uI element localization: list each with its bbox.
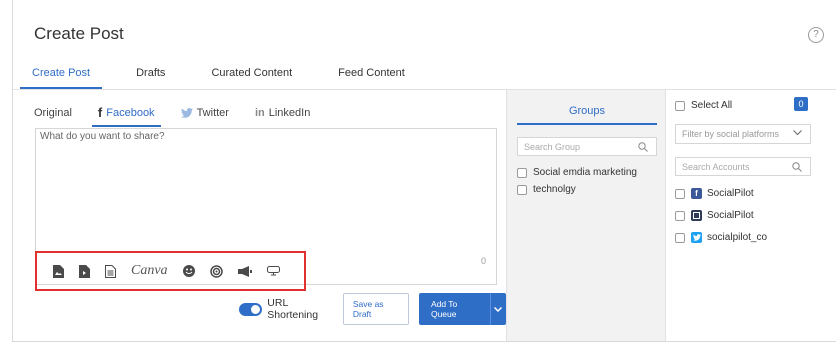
groups-tab-underline	[517, 123, 657, 125]
select-all[interactable]: Select All	[675, 100, 732, 111]
search-accounts-input[interactable]: Search Accounts	[675, 157, 811, 176]
search-group-input[interactable]: Search Group	[517, 137, 657, 156]
group-checkbox[interactable]	[517, 167, 527, 178]
selected-count-badge: 0	[794, 97, 808, 111]
group-checkbox[interactable]	[517, 184, 527, 195]
tab-original[interactable]: Original	[34, 105, 72, 120]
search-group-placeholder: Search Group	[524, 141, 581, 152]
facebook-icon: f	[691, 188, 702, 199]
linkedin-icon: in	[254, 106, 265, 119]
group-label: technolgy	[533, 184, 576, 195]
add-to-queue-button[interactable]: Add To Queue	[418, 293, 490, 325]
twitter-icon	[180, 107, 193, 118]
url-shortening-label: URL Shortening	[267, 297, 319, 321]
search-icon	[638, 142, 648, 152]
emoji-icon[interactable]	[182, 265, 195, 277]
tab-facebook[interactable]: f Facebook	[91, 105, 161, 127]
composer-section: Original f Facebook Twitter in LinkedIn …	[12, 90, 506, 341]
account-item[interactable]: SocialPilot	[675, 210, 754, 221]
tab-curated-content[interactable]: Curated Content	[211, 67, 292, 79]
document-icon[interactable]	[105, 264, 116, 278]
main-tabs: Create Post Drafts Curated Content Feed …	[19, 67, 451, 89]
accounts-panel: Select All 0 Filter by social platforms …	[664, 90, 836, 341]
tab-create-post[interactable]: Create Post	[19, 67, 103, 89]
twitter-icon	[691, 232, 702, 243]
tab-twitter[interactable]: Twitter	[180, 105, 229, 120]
help-icon[interactable]: ?	[808, 27, 824, 43]
url-shortening-toggle[interactable]	[239, 302, 263, 316]
media-toolbar: Canva	[35, 251, 306, 291]
search-icon	[792, 162, 802, 172]
group-item[interactable]: Social emdia marketing	[517, 167, 637, 178]
tab-linkedin-label: LinkedIn	[268, 106, 311, 119]
post-editor: 0 Canva	[35, 128, 497, 291]
account-item[interactable]: f SocialPilot	[675, 188, 754, 199]
select-all-checkbox[interactable]	[675, 100, 685, 111]
account-checkbox[interactable]	[675, 232, 685, 243]
network-tabs: Original f Facebook Twitter in LinkedIn	[34, 105, 336, 127]
character-counter: 0	[480, 256, 486, 266]
tab-drafts[interactable]: Drafts	[136, 67, 165, 79]
post-actions: URL Shortening Save as Draft Add To Queu…	[239, 293, 506, 325]
search-accounts-placeholder: Search Accounts	[682, 161, 750, 172]
account-checkbox[interactable]	[675, 188, 685, 199]
platform-filter-label: Filter by social platforms	[682, 129, 780, 139]
account-name: socialpilot_co	[707, 232, 768, 243]
image-upload-icon[interactable]	[53, 264, 64, 278]
account-checkbox[interactable]	[675, 210, 685, 221]
link-icon[interactable]	[266, 266, 280, 276]
account-item[interactable]: socialpilot_co	[675, 232, 767, 243]
post-text-input[interactable]	[40, 131, 480, 241]
groups-panel: Groups Search Group Social emdia marketi…	[506, 90, 666, 341]
group-label: Social emdia marketing	[533, 167, 637, 178]
queue-dropdown-button[interactable]	[489, 293, 506, 325]
add-to-queue-group: Add To Queue	[418, 293, 506, 325]
chevron-down-icon	[793, 130, 802, 136]
tab-original-label: Original	[34, 106, 72, 119]
tab-linkedin[interactable]: in LinkedIn	[255, 105, 310, 120]
megaphone-icon[interactable]	[237, 265, 252, 277]
tab-groups[interactable]: Groups	[517, 105, 657, 117]
platform-filter-dropdown[interactable]: Filter by social platforms	[675, 124, 811, 144]
facebook-icon: f	[97, 105, 103, 120]
page-icon	[691, 210, 702, 221]
chevron-down-icon	[494, 306, 503, 312]
save-draft-button[interactable]: Save as Draft	[342, 293, 409, 325]
tab-facebook-label: Facebook	[106, 106, 155, 119]
tab-twitter-label: Twitter	[196, 106, 229, 119]
video-upload-icon[interactable]	[79, 264, 90, 278]
account-name: SocialPilot	[707, 188, 754, 199]
target-icon[interactable]	[209, 264, 223, 278]
page-title: Create Post	[34, 24, 124, 43]
account-name: SocialPilot	[707, 210, 754, 221]
canva-icon[interactable]: Canva	[131, 263, 168, 279]
select-all-label: Select All	[691, 100, 733, 111]
tab-feed-content[interactable]: Feed Content	[338, 67, 405, 79]
group-item[interactable]: technolgy	[517, 184, 576, 195]
